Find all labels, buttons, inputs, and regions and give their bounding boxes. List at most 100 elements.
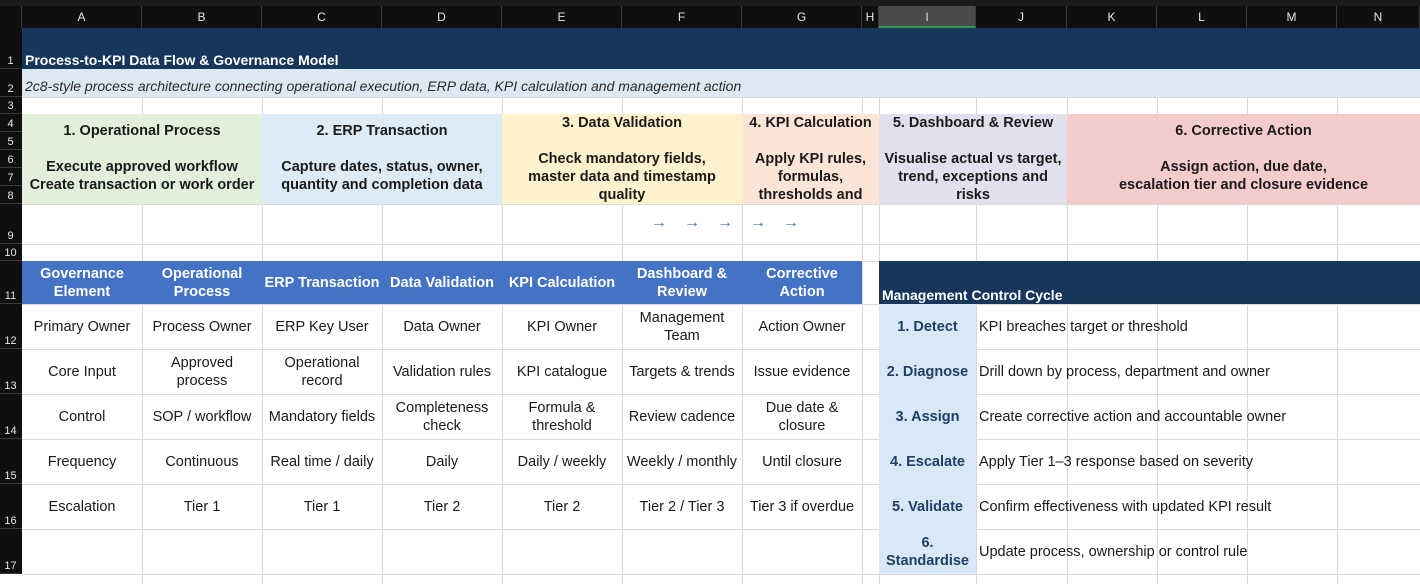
row-header-11[interactable]: 11 [0,261,22,304]
cycle-step-description[interactable]: Create corrective action and accountable… [979,394,1286,439]
stage-kpi-calculation[interactable]: 4. KPI Calculation Apply KPI rules, form… [742,114,879,204]
row-header-2[interactable]: 2 [0,69,22,97]
gov-header-corrective-action[interactable]: Corrective Action [742,261,862,304]
cycle-step[interactable]: 5. Validate [879,484,976,529]
column-header-m[interactable]: M [1247,6,1337,28]
sheet-subtitle[interactable]: 2c8-style process architecture connectin… [25,78,741,94]
row-header-12[interactable]: 12 [0,304,22,349]
gov-cell[interactable]: Tier 3 if overdue [742,484,862,529]
gov-row-label[interactable]: Core Input [22,349,142,394]
stage-desc: Execute approved workflow [46,159,238,175]
row-header-9[interactable]: 9 [0,204,22,244]
row-number: 2 [7,83,14,95]
cycle-step[interactable]: 1. Detect [879,304,976,349]
gov-cell[interactable]: Management Team [622,304,742,349]
cycle-step-description[interactable]: Drill down by process, department and ow… [979,349,1270,394]
column-header-e[interactable]: E [502,6,622,28]
select-all-corner[interactable] [0,6,22,28]
gov-cell[interactable]: Mandatory fields [262,394,382,439]
column-header-n[interactable]: N [1337,6,1420,28]
gov-cell[interactable]: Formula & threshold [502,394,622,439]
gov-row-label[interactable]: Primary Owner [22,304,142,349]
column-header-a[interactable]: A [22,6,142,28]
gov-row-label[interactable]: Control [22,394,142,439]
gov-cell[interactable]: Daily / weekly [502,439,622,484]
column-header-d[interactable]: D [382,6,502,28]
row-number: 8 [7,190,14,202]
gov-cell[interactable]: Issue evidence [742,349,862,394]
column-header-f[interactable]: F [622,6,742,28]
cycle-step[interactable]: 2. Diagnose [879,349,976,394]
gov-header-data-validation[interactable]: Data Validation [382,261,502,304]
row-header-14[interactable]: 14 [0,394,22,439]
gov-cell[interactable]: SOP / workflow [142,394,262,439]
cycle-step[interactable]: 4. Escalate [879,439,976,484]
gov-cell[interactable]: Continuous [142,439,262,484]
gov-cell[interactable]: Tier 1 [142,484,262,529]
row-header-10[interactable]: 10 [0,244,22,261]
cycle-step-description[interactable]: Confirm effectiveness with updated KPI r… [979,484,1271,529]
gov-cell[interactable]: Tier 2 [502,484,622,529]
stage-corrective-action[interactable]: 6. Corrective Action Assign action, due … [1067,114,1420,204]
stage-operational-process[interactable]: 1. Operational Process Execute approved … [22,114,262,204]
gov-cell[interactable]: Validation rules [382,349,502,394]
cycle-step[interactable]: 3. Assign [879,394,976,439]
column-header-l[interactable]: L [1157,6,1247,28]
row-header-1[interactable]: 1 [0,28,22,69]
gov-cell[interactable]: Tier 2 [382,484,502,529]
row-header-16[interactable]: 16 [0,484,22,529]
row-header-3[interactable]: 3 [0,97,22,114]
gov-header-dashboard-review[interactable]: Dashboard & Review [622,261,742,304]
row-header-17[interactable]: 17 [0,529,22,574]
row-number: 14 [4,425,17,437]
gov-cell[interactable]: Tier 1 [262,484,382,529]
gov-cell[interactable]: ERP Key User [262,304,382,349]
gov-row-label[interactable]: Frequency [22,439,142,484]
gov-row-label[interactable]: Escalation [22,484,142,529]
control-cycle-title[interactable]: Management Control Cycle [882,287,1062,303]
column-header-k[interactable]: K [1067,6,1157,28]
gov-cell[interactable]: Process Owner [142,304,262,349]
column-header-j[interactable]: J [976,6,1067,28]
cycle-step-description[interactable]: KPI breaches target or threshold [979,304,1188,349]
stage-dashboard-review[interactable]: 5. Dashboard & Review Visualise actual v… [879,114,1067,204]
column-header-g[interactable]: G [742,6,862,28]
row-header-6[interactable]: 6 [0,150,22,168]
gov-cell[interactable]: Targets & trends [622,349,742,394]
row-header-4[interactable]: 4 [0,114,22,132]
gov-cell[interactable]: KPI Owner [502,304,622,349]
row-header-7[interactable]: 7 [0,168,22,186]
gov-header-erp-transaction[interactable]: ERP Transaction [262,261,382,304]
row-header-13[interactable]: 13 [0,349,22,394]
stage-data-validation[interactable]: 3. Data Validation Check mandatory field… [502,114,742,204]
row-number: 10 [4,247,17,259]
row-header-15[interactable]: 15 [0,439,22,484]
row-header-8[interactable]: 8 [0,186,22,204]
cycle-step[interactable]: 6. Standardise [879,529,976,574]
column-header-i[interactable]: I [879,6,976,28]
gov-cell[interactable]: Completeness check [382,394,502,439]
sheet-title[interactable]: Process-to-KPI Data Flow & Governance Mo… [25,52,339,68]
gov-cell[interactable]: Due date & closure [742,394,862,439]
gov-cell[interactable]: Tier 2 / Tier 3 [622,484,742,529]
gov-cell[interactable]: Review cadence [622,394,742,439]
gov-header-kpi-calculation[interactable]: KPI Calculation [502,261,622,304]
gov-cell[interactable]: Action Owner [742,304,862,349]
gov-cell[interactable]: Daily [382,439,502,484]
stage-erp-transaction[interactable]: 2. ERP Transaction Capture dates, status… [262,114,502,204]
gov-cell[interactable]: Real time / daily [262,439,382,484]
gov-header-operational-process[interactable]: Operational Process [142,261,262,304]
column-header-h[interactable]: H [862,6,879,28]
gov-cell[interactable]: Data Owner [382,304,502,349]
gov-cell[interactable]: KPI catalogue [502,349,622,394]
column-header-b[interactable]: B [142,6,262,28]
gov-cell[interactable]: Weekly / monthly [622,439,742,484]
row-header-5[interactable]: 5 [0,132,22,150]
column-header-c[interactable]: C [262,6,382,28]
gov-header-element[interactable]: Governance Element [22,261,142,304]
cycle-step-description[interactable]: Apply Tier 1–3 response based on severit… [979,439,1253,484]
cycle-step-description[interactable]: Update process, ownership or control rul… [979,529,1247,574]
gov-cell[interactable]: Until closure [742,439,862,484]
gov-cell[interactable]: Approved process [142,349,262,394]
gov-cell[interactable]: Operational record [262,349,382,394]
